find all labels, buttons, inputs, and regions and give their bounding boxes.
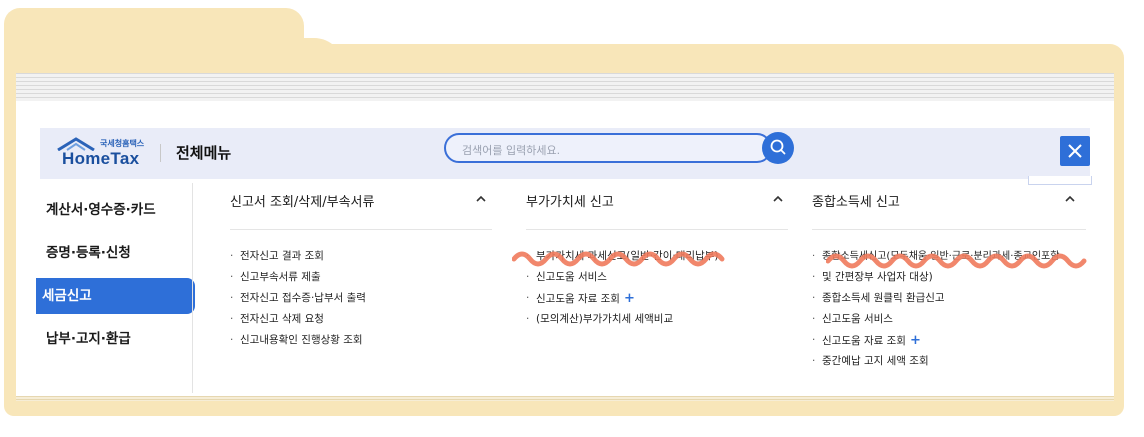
- menu-item[interactable]: 신고내용확인 진행상황 조회: [230, 330, 366, 351]
- panel-top-stripes: [16, 73, 1114, 101]
- menu-header: 국세청홈택스 HomeTax 전체메뉴: [40, 128, 1092, 185]
- menu-item[interactable]: 신고도움 자료 조회 +: [526, 288, 718, 309]
- menu-item-label: 신고도움 자료 조회: [536, 293, 620, 305]
- chevron-up-icon[interactable]: [772, 194, 784, 204]
- menu-item[interactable]: 신고도움 서비스: [812, 309, 1059, 330]
- hometax-logo[interactable]: 국세청홈택스 HomeTax: [54, 137, 154, 171]
- search-button[interactable]: [762, 132, 794, 164]
- menu-item[interactable]: 전자신고 접수증·납부서 출력: [230, 288, 366, 309]
- search-icon: [770, 139, 786, 155]
- sidebar-item-certificate[interactable]: 증명·등록·신청: [40, 235, 195, 271]
- column-divider: [230, 229, 492, 230]
- column-title[interactable]: 부가가치세 신고: [526, 191, 614, 210]
- panel-bottom-edge: [16, 396, 1114, 401]
- header-divider: [160, 144, 161, 162]
- menu-item[interactable]: 중간예납 고지 세액 조회: [812, 351, 1059, 372]
- close-icon: [1068, 144, 1082, 158]
- page-title: 전체메뉴: [176, 144, 232, 162]
- chevron-up-icon[interactable]: [475, 194, 487, 204]
- sidebar-item-invoice[interactable]: 계산서·영수증·카드: [40, 192, 195, 228]
- logo-subtitle: 국세청홈택스: [100, 139, 145, 148]
- chevron-up-icon[interactable]: [1064, 194, 1076, 204]
- close-button[interactable]: [1060, 136, 1090, 166]
- menu-item[interactable]: 신고도움 자료 조회 +: [812, 330, 1059, 351]
- menu-item[interactable]: 전자신고 삭제 요청: [230, 309, 366, 330]
- sidebar-item-payment[interactable]: 납부·고지·환급: [40, 321, 195, 357]
- scribble-mark: [826, 253, 1087, 269]
- menu-item[interactable]: 신고부속서류 제출: [230, 267, 366, 288]
- column-title[interactable]: 종합소득세 신고: [812, 191, 900, 210]
- plus-icon[interactable]: +: [910, 333, 921, 348]
- menu-panel: 국세청홈택스 HomeTax 전체메뉴 계산서·영수증·카드 증명·등록·신청 …: [16, 73, 1114, 401]
- column-divider: [812, 229, 1086, 230]
- menu-item[interactable]: (모의계산)부가가치세 세액비교: [526, 309, 718, 330]
- search-box[interactable]: [444, 133, 772, 163]
- menu-list: 전자신고 결과 조회 신고부속서류 제출 전자신고 접수증·납부서 출력 전자신…: [230, 246, 366, 351]
- sidebar-divider: [192, 183, 193, 393]
- logo-text: HomeTax: [62, 149, 140, 168]
- header-tab-edge: [1028, 176, 1092, 185]
- category-sidebar: 계산서·영수증·카드 증명·등록·신청 세금신고 납부·고지·환급: [36, 192, 195, 392]
- sidebar-item-tax-filing[interactable]: 세금신고: [36, 278, 195, 314]
- menu-item-label: 신고도움 자료 조회: [822, 335, 906, 347]
- column-divider: [526, 229, 788, 230]
- menu-item[interactable]: 신고도움 서비스: [526, 267, 718, 288]
- plus-icon[interactable]: +: [624, 291, 635, 306]
- menu-item[interactable]: 종합소득세 원클릭 환급신고: [812, 288, 1059, 309]
- scribble-mark: [512, 251, 725, 267]
- column-title[interactable]: 신고서 조회/삭제/부속서류: [230, 191, 374, 210]
- search-input[interactable]: [460, 140, 744, 160]
- menu-item[interactable]: 전자신고 결과 조회: [230, 246, 366, 267]
